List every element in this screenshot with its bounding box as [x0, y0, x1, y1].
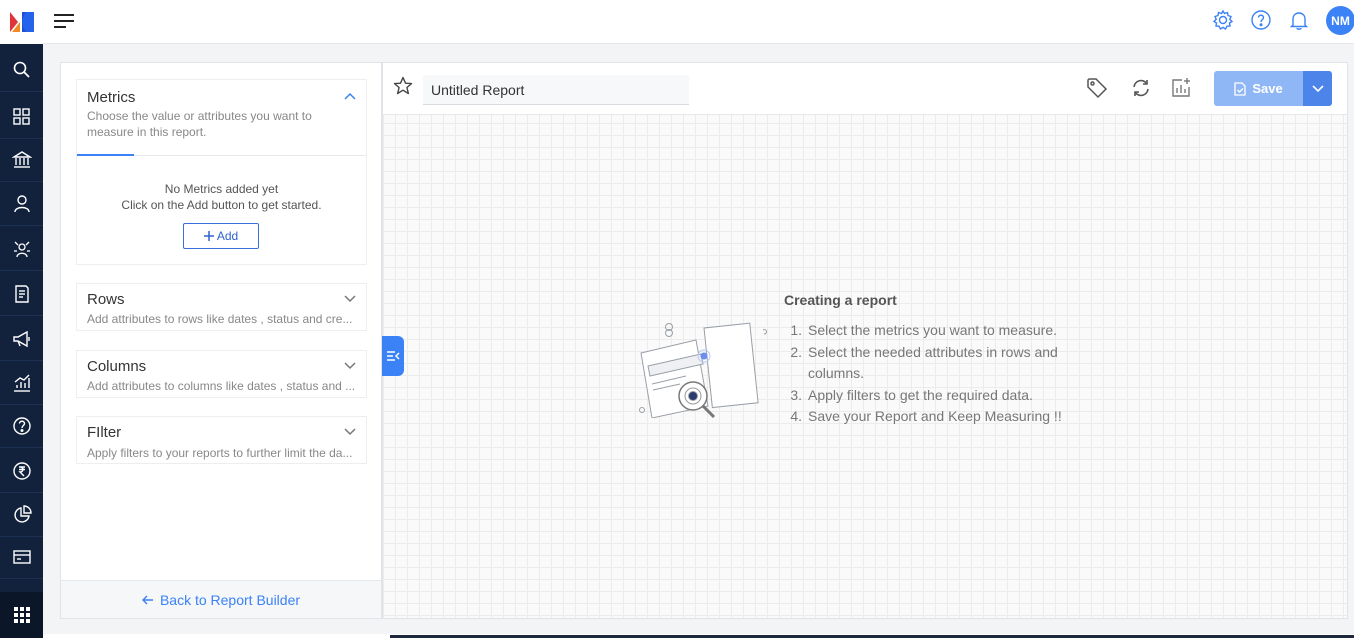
avatar[interactable]: NM — [1326, 6, 1354, 35]
report-illustration — [636, 318, 771, 418]
collapse-panel-toggle[interactable] — [382, 336, 404, 376]
report-canvas: Save Creating a report 1.Se — [382, 62, 1348, 619]
pie-chart-icon[interactable] — [0, 493, 43, 537]
brand-logo[interactable] — [0, 0, 43, 44]
report-title-input[interactable] — [423, 75, 689, 105]
step-text: Apply filters to get the required data. — [808, 386, 1033, 403]
filter-card[interactable]: FIlter Apply filters to your reports to … — [76, 416, 367, 464]
metrics-tab-indicator — [77, 154, 134, 156]
metrics-title: Metrics — [87, 89, 136, 106]
back-link-label: Back to Report Builder — [159, 591, 301, 608]
report-header: Save — [383, 63, 1347, 115]
step-text: Select the metrics you want to measure. — [808, 322, 1057, 338]
save-label: Save — [1252, 81, 1283, 96]
add-metric-button[interactable]: Add — [183, 223, 259, 249]
chevron-down-icon[interactable] — [344, 428, 356, 436]
card-icon[interactable] — [0, 535, 43, 579]
rows-description: Add attributes to rows like dates , stat… — [87, 312, 353, 326]
columns-description: Add attributes to columns like dates , s… — [87, 379, 356, 393]
network-icon[interactable] — [0, 227, 43, 271]
settings-icon[interactable] — [1212, 9, 1234, 31]
step-number: 2. — [790, 343, 802, 360]
star-icon[interactable] — [393, 76, 413, 96]
chevron-down-icon[interactable] — [344, 362, 356, 370]
filter-title: FIlter — [87, 424, 122, 441]
rupee-icon[interactable] — [0, 449, 43, 493]
metrics-empty-line2: Click on the Add button to get started. — [121, 198, 322, 212]
columns-card[interactable]: Columns Add attributes to columns like d… — [76, 350, 367, 398]
step-text: Save your Report and Keep Measuring !! — [808, 408, 1062, 424]
help-circle-icon[interactable] — [1250, 9, 1272, 31]
step-text: Select the needed attributes in rows and… — [808, 343, 1058, 382]
add-metric-label: Add — [216, 229, 239, 243]
refresh-icon[interactable] — [1130, 77, 1152, 99]
step-item: 4. Save your Report and Keep Measuring !! — [784, 406, 1104, 428]
filter-description: Apply filters to your reports to further… — [87, 446, 353, 460]
metrics-empty-line1: No Metrics added yet — [164, 182, 279, 196]
step-item: 1. Select the metrics you want to measure… — [784, 320, 1104, 342]
arrow-left-icon — [141, 595, 153, 604]
chevron-down-icon[interactable] — [344, 295, 356, 303]
step-item: 2. Select the needed attributes in rows a… — [784, 342, 1104, 385]
left-nav — [0, 0, 43, 638]
menu-icon[interactable] — [53, 13, 75, 29]
user-icon[interactable] — [0, 182, 43, 226]
chevron-up-icon[interactable] — [344, 92, 356, 100]
step-number: 1. — [790, 322, 802, 338]
search-icon[interactable] — [0, 48, 43, 92]
save-options-dropdown[interactable] — [1303, 71, 1332, 106]
rows-title: Rows — [87, 291, 125, 308]
save-button[interactable]: Save — [1214, 71, 1303, 106]
metrics-description-line1: Choose the value or attributes you want … — [87, 109, 312, 123]
top-bar: NM — [43, 0, 1354, 44]
document-icon[interactable] — [0, 272, 43, 316]
bell-icon[interactable] — [1288, 9, 1310, 31]
tag-icon[interactable] — [1086, 77, 1108, 99]
step-number: 4. — [790, 408, 802, 424]
plus-icon — [203, 231, 214, 241]
bank-icon[interactable] — [0, 138, 43, 182]
apps-grid-icon[interactable] — [0, 592, 43, 638]
step-item: 3. Apply filters to get the required data… — [784, 385, 1104, 407]
save-file-icon — [1234, 81, 1246, 96]
analytics-icon[interactable] — [0, 361, 43, 405]
creating-report-info: Creating a report 1. Select the metrics y… — [784, 292, 1104, 428]
dashboard-icon[interactable] — [0, 95, 43, 139]
report-builder-panel: Metrics Choose the value or attributes y… — [60, 62, 382, 619]
megaphone-icon[interactable] — [0, 317, 43, 361]
chevron-down-icon — [1311, 84, 1324, 92]
steps-list: 1. Select the metrics you want to measure… — [784, 320, 1104, 428]
collapse-panel-icon — [387, 351, 400, 361]
back-to-report-builder-link[interactable]: Back to Report Builder — [61, 580, 381, 618]
columns-title: Columns — [87, 358, 147, 375]
metrics-description-line2: measure in this report. — [87, 125, 207, 139]
metrics-card: Metrics Choose the value or attributes y… — [76, 79, 367, 265]
creating-report-title: Creating a report — [784, 292, 897, 308]
help-icon[interactable] — [0, 404, 43, 448]
rows-card[interactable]: Rows Add attributes to rows like dates ,… — [76, 283, 367, 331]
add-chart-icon[interactable] — [1170, 77, 1192, 99]
step-number: 3. — [790, 386, 802, 403]
